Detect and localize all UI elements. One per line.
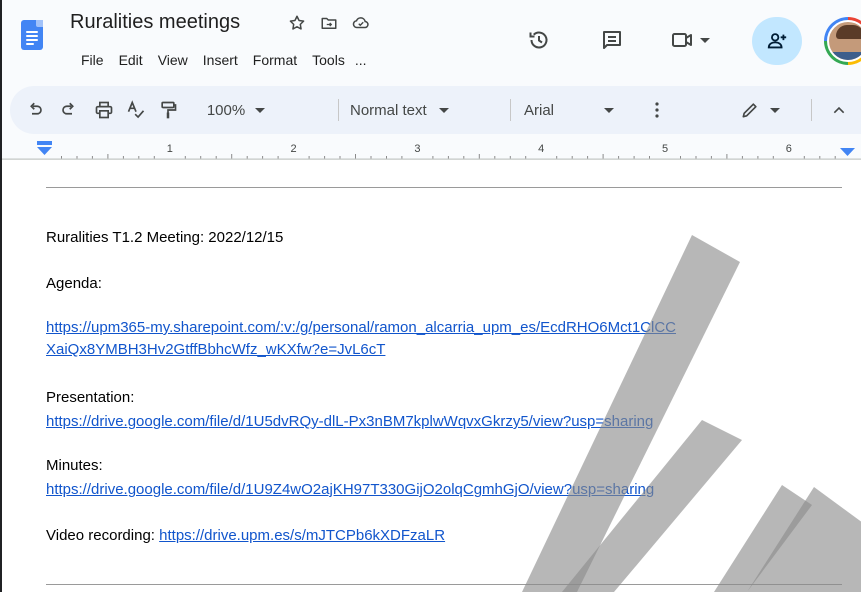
video-call-icon[interactable] [670,28,722,52]
toolbar-divider [811,99,812,121]
formatting-toolbar: 100% Normal text Arial [10,86,861,134]
style-dropdown-icon [438,107,449,113]
font-value: Arial [524,101,555,119]
comments-icon[interactable] [600,28,624,52]
menu-bar: File Edit View Insert Format Tools ... [81,52,382,68]
more-vert-icon[interactable] [650,98,664,122]
toolbar-divider [510,99,511,121]
paragraph-style-value: Normal text [350,101,427,119]
video-recording-line: Video recording: https://drive.upm.es/s/… [46,526,445,546]
ruler-number: 4 [538,143,544,155]
zoom-dropdown-icon [255,107,266,113]
zoom-value: 100% [206,101,246,119]
menu-more[interactable]: ... [355,52,367,68]
paragraph-style-select[interactable]: Normal text [350,98,500,122]
minutes-label: Minutes: [46,457,103,474]
ruler-number: 6 [786,143,792,155]
editing-mode-dropdown-icon [770,107,780,113]
redo-icon[interactable] [58,98,80,122]
agenda-link-line-2[interactable]: XaiQx8YMBH3Hv2GtffBbhcWfz_wKXfw?e=JvL6cT [46,340,385,360]
presentation-link[interactable]: https://drive.google.com/file/d/1U5dvRQy… [46,412,653,432]
docs-window: Ruralities meetings File Edit View Inser… [0,0,861,592]
pencil-edit-icon [742,103,757,118]
document-page[interactable]: Ruralities T1.2 Meeting: 2022/12/15 Agen… [2,160,861,592]
title-actions [288,14,370,32]
minutes-link[interactable]: https://drive.google.com/file/d/1U9Z4wO2… [46,480,654,500]
paint-format-icon[interactable] [157,98,179,122]
star-icon[interactable] [288,14,306,32]
menu-edit[interactable]: Edit [119,52,143,68]
chevron-up-icon[interactable] [828,98,850,122]
menu-view[interactable]: View [158,52,188,68]
document-title[interactable]: Ruralities meetings [70,11,240,34]
meeting-heading: Ruralities T1.2 Meeting: 2022/12/15 [46,229,284,246]
left-indent-marker[interactable] [37,141,52,155]
video-recording-label: Video recording: [46,527,160,544]
title-bar: Ruralities meetings File Edit View Inser… [2,0,861,84]
print-icon[interactable] [93,98,115,122]
horizontal-ruler[interactable]: 1 2 3 4 5 6 [2,138,861,160]
ruler-scale: 1 2 3 4 5 6 [2,141,861,160]
zoom-select[interactable]: 100% [196,98,276,122]
folder-move-icon[interactable] [320,14,338,32]
undo-icon[interactable] [24,98,46,122]
ruler-number: 5 [662,143,668,155]
agenda-link-line-1[interactable]: https://upm365-my.sharepoint.com/:v:/g/p… [46,318,676,338]
editing-mode-select[interactable] [730,98,790,122]
video-recording-link[interactable]: https://drive.upm.es/s/mJTCPb6kXDFzaLR [159,527,445,544]
agenda-label: Agenda: [46,275,102,292]
font-select[interactable]: Arial [524,98,634,122]
presentation-label: Presentation: [46,389,135,406]
menu-format[interactable]: Format [253,52,297,68]
right-indent-marker[interactable] [840,148,855,156]
account-avatar[interactable] [824,17,861,65]
video-call-dropdown-icon[interactable] [700,37,710,43]
share-add-person-icon [767,33,787,49]
docs-logo-icon[interactable] [21,20,43,50]
horizontal-rule [46,187,842,188]
avatar-photo [827,20,861,62]
menu-tools[interactable]: Tools [312,52,345,68]
ruler-number: 1 [167,143,173,155]
menu-insert[interactable]: Insert [203,52,238,68]
spellcheck-icon[interactable] [125,98,147,122]
cloud-status-icon[interactable] [352,14,370,32]
ruler-number: 2 [291,143,297,155]
horizontal-rule [46,584,842,585]
ruler-number: 3 [414,143,420,155]
history-icon[interactable] [527,28,551,52]
share-button[interactable] [752,17,802,65]
toolbar-divider [338,99,339,121]
menu-file[interactable]: File [81,52,104,68]
font-dropdown-icon [604,107,615,113]
